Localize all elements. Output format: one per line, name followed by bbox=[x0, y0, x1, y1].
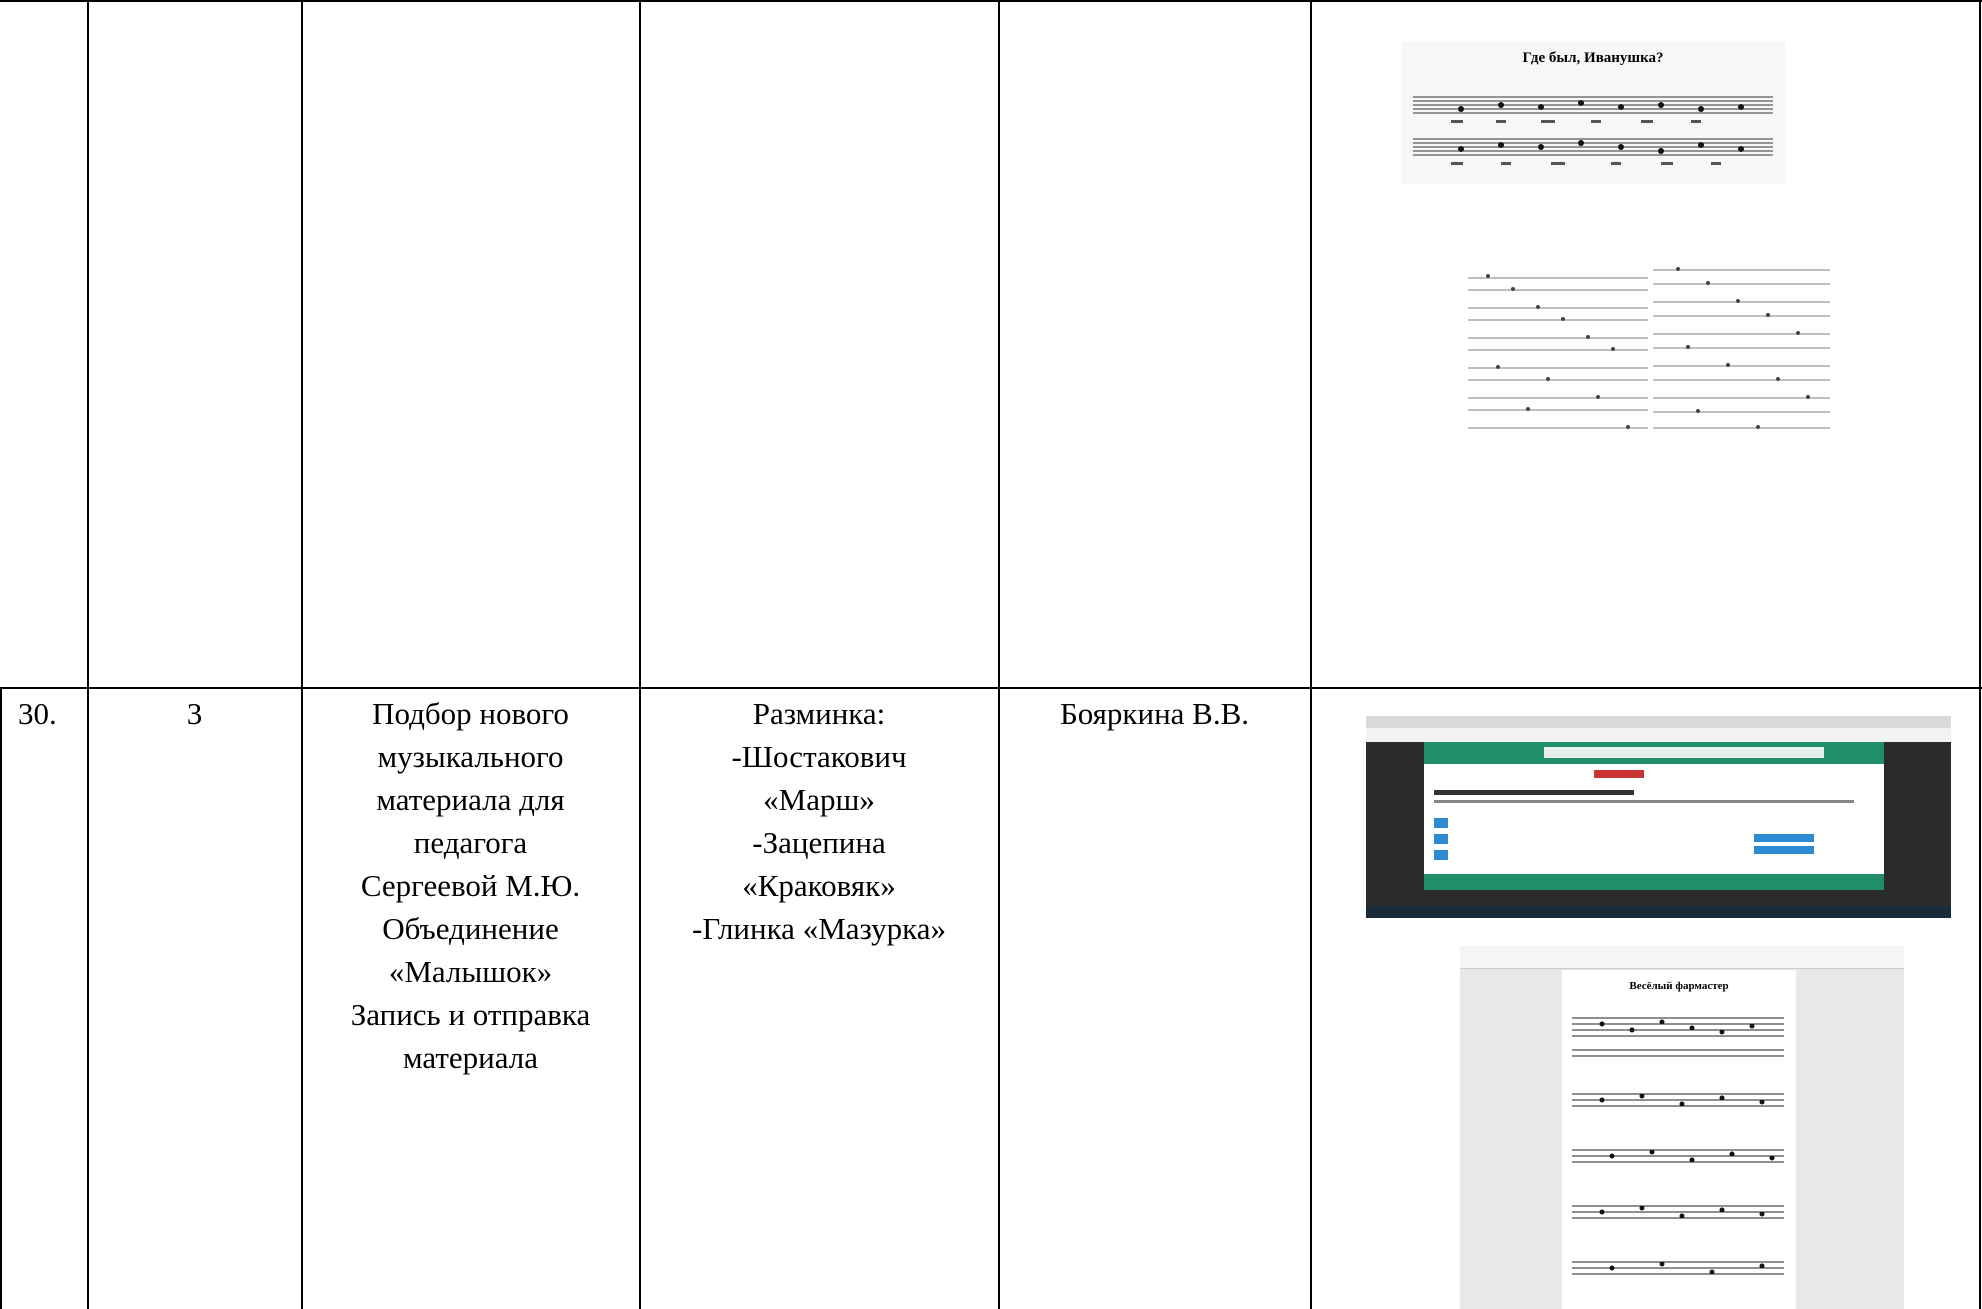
site-content bbox=[1424, 764, 1884, 890]
repertoire-line: -Шостакович bbox=[731, 739, 907, 774]
table-border bbox=[1979, 0, 1981, 1309]
row-number: 30. bbox=[18, 696, 57, 731]
site-header bbox=[1424, 742, 1884, 764]
activity-line: музыкального bbox=[377, 739, 564, 774]
activity-line: педагога bbox=[413, 825, 528, 860]
table-border bbox=[1310, 0, 1312, 1309]
repertoire-cell: Разминка: -Шостакович «Марш» -Зацепина «… bbox=[640, 692, 998, 950]
teacher-cell: Бояркина В.В. bbox=[1059, 696, 1250, 731]
sheet-music-image bbox=[1468, 256, 1830, 438]
activity-line: Объединение bbox=[382, 911, 559, 946]
table-border bbox=[301, 0, 303, 1309]
activity-line: материала для bbox=[376, 782, 565, 817]
table-border bbox=[0, 688, 2, 1309]
activity-cell: Подбор нового музыкального материала для… bbox=[302, 692, 639, 1079]
viewer-toolbar bbox=[1460, 946, 1904, 969]
activity-line: материала bbox=[402, 1040, 539, 1075]
grade-cell: 3 bbox=[186, 696, 203, 731]
piano-score bbox=[1468, 267, 1830, 429]
table-border bbox=[0, 687, 1982, 689]
repertoire-line: -Зацепина bbox=[752, 825, 886, 860]
piano-score bbox=[1572, 1017, 1784, 1275]
activity-line: Сергеевой М.Ю. bbox=[360, 868, 581, 903]
table-border bbox=[87, 0, 89, 1309]
table-border bbox=[998, 0, 1000, 1309]
pdf-viewer-screenshot: Весёлый фармастер bbox=[1460, 946, 1904, 1309]
table-border bbox=[639, 0, 641, 1309]
score-page: Весёлый фармастер bbox=[1562, 970, 1796, 1309]
activity-line: Запись и отправка bbox=[350, 997, 591, 1032]
repertoire-line: «Краковяк» bbox=[742, 868, 896, 903]
repertoire-line: Разминка: bbox=[752, 696, 886, 731]
table-border bbox=[0, 0, 1982, 2]
staff-notation bbox=[1413, 96, 1773, 165]
repertoire-line: «Марш» bbox=[763, 782, 875, 817]
website-screenshot bbox=[1366, 716, 1951, 918]
activity-line: «Малышок» bbox=[388, 954, 553, 989]
taskbar bbox=[1366, 906, 1951, 918]
repertoire-line: -Глинка «Мазурка» bbox=[692, 911, 946, 946]
browser-tabs bbox=[1366, 716, 1951, 728]
activity-line: Подбор нового bbox=[372, 696, 569, 731]
sheet-music-image: Где был, Иванушка? bbox=[1401, 42, 1785, 184]
browser-toolbar bbox=[1366, 728, 1951, 742]
